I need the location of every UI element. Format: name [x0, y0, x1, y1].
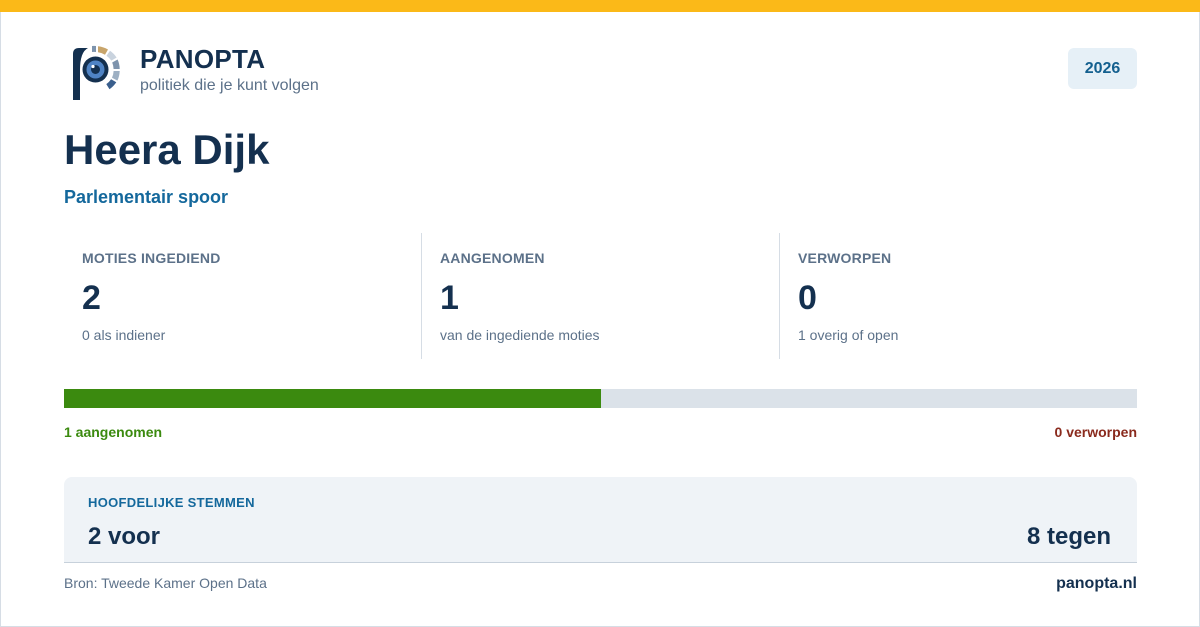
brand-name: PANOPTA — [140, 44, 266, 74]
stat-label: AANGENOMEN — [440, 250, 545, 266]
stat-value: 1 — [440, 279, 459, 317]
track-label: Parlementair spoor — [64, 187, 229, 207]
panopta-eye-logo-icon — [73, 45, 120, 100]
votes-title: HOOFDELIJKE STEMMEN — [88, 495, 255, 510]
roll-call-votes-panel: HOOFDELIJKE STEMMEN 2 voor 8 tegen — [64, 477, 1137, 563]
stat-value: 0 — [798, 279, 817, 317]
stat-value: 2 — [82, 279, 101, 317]
brand-tagline: politiek die je kunt volgen — [140, 77, 319, 94]
adoption-progress-fill — [64, 389, 601, 408]
adopted-count-label: 1 aangenomen — [64, 424, 163, 440]
stat-submitted: MOTIES INGEDIEND 2 0 als indiener — [64, 233, 421, 359]
year-badge: 2026 — [1068, 48, 1137, 89]
stat-label: MOTIES INGEDIEND — [82, 250, 221, 266]
source-credit: Bron: Tweede Kamer Open Data — [64, 575, 267, 591]
adoption-progress-bar — [64, 389, 1137, 408]
stat-subtext: 1 overig of open — [798, 327, 899, 343]
stat-rejected: VERWORPEN 0 1 overig of open — [779, 233, 1137, 359]
votes-against: 8 tegen — [1026, 523, 1111, 550]
stats-row: MOTIES INGEDIEND 2 0 als indiener AANGEN… — [64, 233, 1137, 359]
votes-for: 2 voor — [88, 523, 161, 550]
stat-adopted: AANGENOMEN 1 van de ingediende moties — [421, 233, 779, 359]
person-name: Heera Dijk — [64, 126, 270, 173]
stat-subtext: van de ingediende moties — [440, 327, 600, 343]
site-link[interactable]: panopta.nl — [1056, 575, 1137, 593]
accent-stripe — [0, 0, 1200, 12]
stat-subtext: 0 als indiener — [82, 327, 166, 343]
rejected-count-label: 0 verworpen — [1054, 424, 1137, 440]
stat-label: VERWORPEN — [798, 250, 892, 266]
